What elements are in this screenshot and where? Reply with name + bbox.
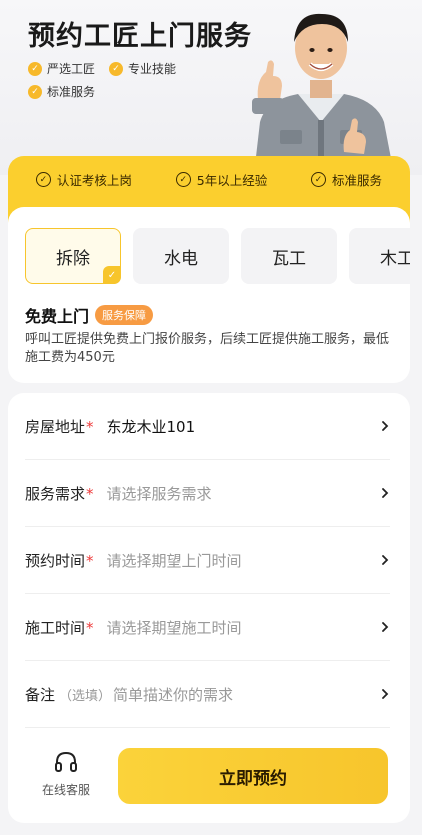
chevron-right-icon bbox=[382, 622, 389, 632]
hero-badge-label: 标准服务 bbox=[47, 85, 96, 99]
address-value: 东龙木业101 bbox=[106, 417, 196, 436]
hero-banner: 预约工匠上门服务 ✓ 严选工匠 ✓ 专业技能 ✓ 标准服务 bbox=[0, 0, 422, 175]
tab-tiling[interactable]: 瓦工 bbox=[241, 228, 337, 284]
service-info-title: 免费上门 bbox=[25, 307, 90, 326]
selected-check-icon: ✓ bbox=[103, 266, 121, 284]
note-label: 备注 （选填） bbox=[25, 685, 112, 704]
address-label: 房屋地址* bbox=[25, 417, 94, 436]
tab-demolition[interactable]: 拆除 ✓ bbox=[25, 228, 121, 284]
chevron-right-icon bbox=[382, 421, 389, 431]
hero-badge: ✓ 严选工匠 bbox=[28, 60, 95, 77]
guarantee-item: ✓ 认证考核上岗 bbox=[35, 170, 132, 189]
guarantee-item: ✓ 5年以上经验 bbox=[175, 170, 268, 189]
hero-badge-label: 专业技能 bbox=[128, 62, 177, 76]
check-icon: ✓ bbox=[109, 61, 124, 76]
construction-time-field[interactable]: 施工时间* 请选择期望施工时间 bbox=[25, 594, 390, 661]
check-icon: ✓ bbox=[28, 61, 42, 76]
bottom-action-bar: 在线客服 立即预约 bbox=[8, 745, 410, 815]
chevron-right-icon bbox=[382, 689, 389, 699]
service-need-field[interactable]: 服务需求* 请选择服务需求 bbox=[25, 460, 390, 527]
customer-service-button[interactable]: 在线客服 bbox=[38, 751, 94, 798]
hero-badges-row-1: ✓ 严选工匠 ✓ 专业技能 bbox=[28, 60, 176, 77]
service-info-header: 免费上门 服务保障 bbox=[25, 303, 154, 327]
tab-label: 木工 bbox=[380, 248, 410, 269]
appointment-time-placeholder: 请选择期望上门时间 bbox=[106, 551, 242, 570]
guarantee-item: ✓ 标准服务 bbox=[311, 170, 382, 189]
guarantee-label: 5年以上经验 bbox=[196, 173, 268, 188]
service-info-description: 呼叫工匠提供免费上门报价服务，后续工匠提供施工服务，最低施工费为450元 bbox=[25, 332, 390, 365]
hero-title: 预约工匠上门服务 bbox=[28, 21, 252, 52]
address-field[interactable]: 房屋地址* 东龙木业101 bbox=[25, 393, 390, 460]
tab-plumbing-electrical[interactable]: 水电 bbox=[133, 228, 229, 284]
worker-illustration bbox=[252, 13, 394, 174]
service-need-placeholder: 请选择服务需求 bbox=[106, 484, 212, 503]
construction-time-placeholder: 请选择期望施工时间 bbox=[106, 618, 242, 637]
appointment-time-field[interactable]: 预约时间* 请选择期望上门时间 bbox=[25, 527, 390, 594]
tab-label: 拆除 bbox=[56, 248, 90, 269]
chevron-right-icon bbox=[382, 555, 389, 565]
check-circle-icon: ✓ bbox=[175, 172, 191, 187]
headset-icon bbox=[55, 751, 77, 772]
tab-label: 水电 bbox=[164, 248, 198, 269]
service-type-card: 拆除 ✓ 水电 瓦工 木工 免费上门 服务保障 呼叫工匠提供免费上门报价服务，后… bbox=[8, 207, 410, 383]
tab-carpentry[interactable]: 木工 bbox=[349, 228, 410, 284]
service-type-tabs: 拆除 ✓ 水电 瓦工 木工 bbox=[25, 228, 410, 284]
hero-badge: ✓ 专业技能 bbox=[109, 60, 176, 77]
check-circle-icon: ✓ bbox=[311, 172, 327, 187]
service-guarantee-tag[interactable]: 服务保障 bbox=[95, 305, 154, 325]
customer-service-label: 在线客服 bbox=[41, 783, 90, 797]
guarantee-label: 标准服务 bbox=[332, 173, 383, 188]
hero-badge: ✓ 标准服务 bbox=[28, 83, 95, 100]
hero-badges-row-2: ✓ 标准服务 bbox=[28, 83, 95, 100]
chevron-right-icon bbox=[382, 488, 389, 498]
guarantee-label: 认证考核上岗 bbox=[56, 173, 132, 188]
booking-form-card: 房屋地址* 东龙木业101 服务需求* 请选择服务需求 预约时间* 请选择期望上… bbox=[8, 393, 410, 823]
book-now-button[interactable]: 立即预约 bbox=[118, 748, 388, 804]
hero-badge-label: 严选工匠 bbox=[47, 62, 96, 76]
construction-time-label: 施工时间* bbox=[25, 618, 94, 637]
check-circle-icon: ✓ bbox=[35, 172, 51, 187]
appointment-time-label: 预约时间* bbox=[25, 551, 94, 570]
check-icon: ✓ bbox=[28, 84, 42, 99]
note-placeholder: 简单描述你的需求 bbox=[113, 685, 234, 704]
service-need-label: 服务需求* bbox=[25, 484, 94, 503]
tab-label: 瓦工 bbox=[272, 248, 306, 269]
note-field[interactable]: 备注 （选填） 简单描述你的需求 bbox=[25, 661, 390, 728]
